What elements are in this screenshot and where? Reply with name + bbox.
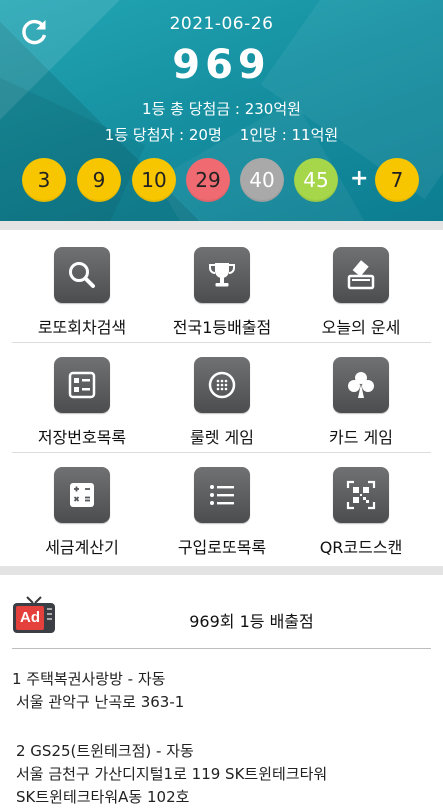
store-title-divider [12, 648, 431, 649]
bonus-plus-sign: + [350, 166, 369, 191]
menu-grid: 로또회차검색 전국1등배출점 오늘의 운세 저장번호목록 룰렛 게임 카드 게임… [0, 230, 443, 566]
menu-item-label: 로또회차검색 [37, 318, 127, 337]
menu-item-purchased-list[interactable]: 구입로또목록 [152, 450, 292, 558]
menu-tile [54, 247, 110, 303]
lotto-ball: 9 [77, 158, 121, 202]
draw-date: 2021-06-26 [169, 14, 274, 34]
menu-item-fortune[interactable]: 오늘의 운세 [291, 230, 431, 338]
menu-item-label: 구입로또목록 [177, 538, 267, 557]
qr-code-icon [346, 480, 376, 510]
menu-item-first-prize-stores[interactable]: 전국1등배출점 [152, 230, 292, 338]
menu-item-label: 오늘의 운세 [321, 318, 401, 337]
menu-item-qr-scan[interactable]: QR코드스캔 [291, 450, 431, 558]
store-address-continued: SK트윈테크타워A동 102호 [16, 788, 190, 806]
calculator-icon [70, 483, 94, 507]
club-card-icon [348, 372, 374, 398]
menu-item-card-game[interactable]: 카드 게임 [291, 340, 431, 448]
store-name: 1 주택복권사랑방 - 자동 [12, 670, 166, 688]
first-prize-store-section: Ad 969회 1등 배출점 1 주택복권사랑방 - 자동 서울 관악구 난곡로… [0, 575, 443, 806]
prize-per-person: 1인당 : 11억원 [239, 126, 339, 144]
menu-tile [194, 467, 250, 523]
draw-result-header: 2021-06-26 969 1등 총 당첨금 : 230억원 1등 당첨자 :… [0, 0, 443, 221]
store-section-title: 969회 1등 배출점 [189, 612, 314, 631]
first-prize-total: 1등 총 당첨금 : 230억원 [142, 100, 301, 118]
menu-item-tax-calculator[interactable]: 세금계산기 [12, 450, 152, 558]
ad-tv-icon[interactable]: Ad [12, 593, 56, 637]
menu-item-roulette[interactable]: 룰렛 게임 [152, 340, 292, 448]
store-name: 2 GS25(트윈테크점) - 자동 [16, 742, 194, 760]
ad-label: Ad [20, 609, 40, 626]
menu-item-label: 저장번호목록 [37, 428, 127, 447]
store-address: 서울 관악구 난곡로 363-1 [16, 693, 185, 711]
winner-count: 1등 당첨자 : 20명 [104, 126, 222, 144]
lotto-ball: 40 [240, 158, 284, 202]
menu-tile [333, 467, 389, 523]
winning-numbers: 3 9 10 29 40 45 + 7 [0, 158, 443, 202]
menu-item-label: 세금계산기 [45, 538, 119, 557]
search-icon [69, 262, 95, 288]
draw-round-number: 969 [172, 42, 271, 88]
menu-tile [333, 357, 389, 413]
menu-tile [333, 247, 389, 303]
menu-tile [194, 357, 250, 413]
lotto-ball: 3 [22, 158, 66, 202]
list-icon [210, 485, 234, 505]
saved-list-icon [68, 371, 96, 399]
section-divider [0, 566, 443, 575]
menu-item-round-search[interactable]: 로또회차검색 [12, 230, 152, 338]
menu-item-label: 카드 게임 [329, 428, 393, 447]
store-address: 서울 금천구 가산디지털1로 119 SK트윈테크타워 [16, 765, 328, 783]
store-entry[interactable]: 2 GS25(트윈테크점) - 자동 서울 금천구 가산디지털1로 119 SK… [12, 740, 327, 809]
section-divider [0, 221, 443, 230]
roulette-icon [208, 371, 236, 399]
ballot-box-icon [347, 260, 375, 290]
menu-tile [54, 357, 110, 413]
menu-item-label: 전국1등배출점 [172, 318, 272, 337]
lotto-ball: 45 [294, 158, 338, 202]
menu-item-label: 룰렛 게임 [190, 428, 254, 447]
menu-tile [54, 467, 110, 523]
trophy-icon [209, 263, 235, 287]
store-entry[interactable]: 1 주택복권사랑방 - 자동 서울 관악구 난곡로 363-1 [12, 668, 184, 714]
bonus-ball: 7 [375, 158, 419, 202]
lotto-ball: 29 [186, 158, 230, 202]
menu-item-saved-numbers[interactable]: 저장번호목록 [12, 340, 152, 448]
menu-tile [194, 247, 250, 303]
menu-item-label: QR코드스캔 [319, 538, 403, 557]
lotto-ball: 10 [132, 158, 176, 202]
winner-info: 1등 당첨자 : 20명 1인당 : 11억원 [0, 124, 443, 145]
